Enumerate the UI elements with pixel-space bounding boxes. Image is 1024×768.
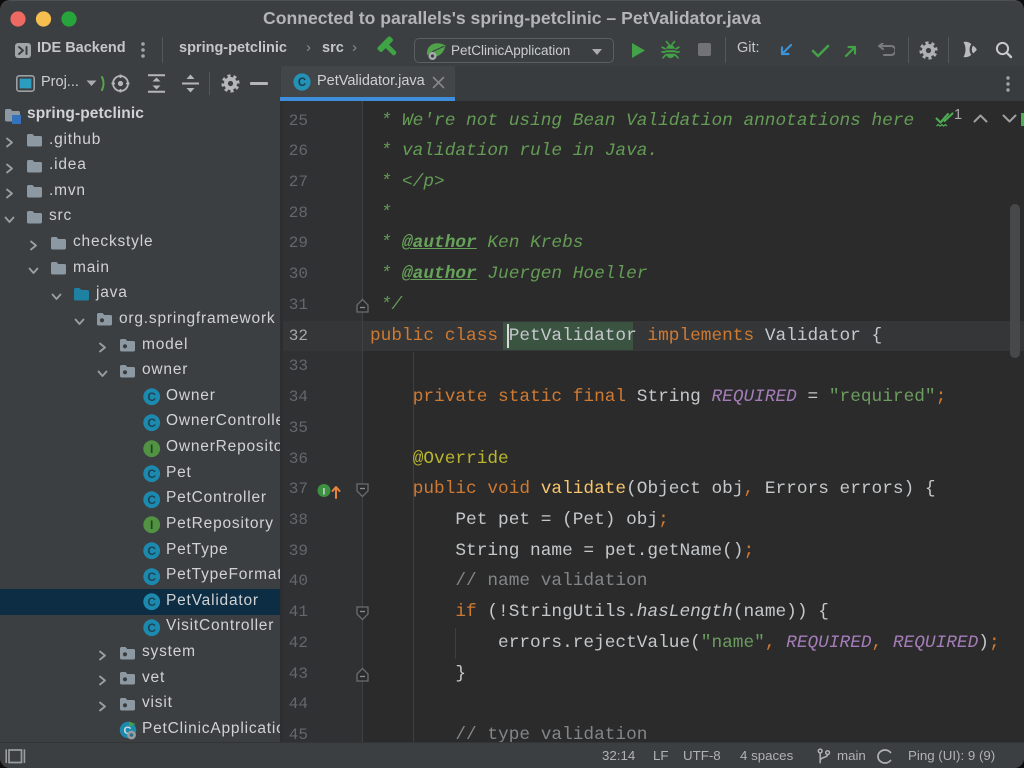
svg-text:C: C <box>298 77 306 89</box>
svg-text:C: C <box>147 390 156 404</box>
svg-text:C: C <box>147 493 156 507</box>
svg-text:C: C <box>147 544 156 558</box>
svg-text:I: I <box>150 518 153 532</box>
svg-text:C: C <box>147 416 156 430</box>
svg-text:C: C <box>147 570 156 584</box>
svg-text:I: I <box>150 442 153 456</box>
svg-text:C: C <box>147 595 156 609</box>
svg-text:C: C <box>147 621 156 635</box>
svg-text:C: C <box>147 467 156 481</box>
